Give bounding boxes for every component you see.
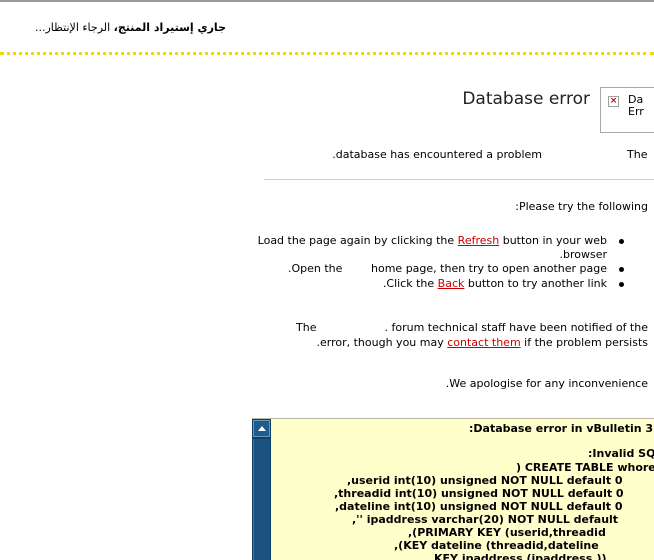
notice-text: .error, though you may xyxy=(316,336,448,349)
scroll-up-button[interactable] xyxy=(253,420,270,437)
bullet-icon xyxy=(619,282,624,287)
list-item-text: button to try another link xyxy=(464,277,607,290)
sql-line: ,(KEY dateline (threadid,dateline xyxy=(394,539,599,552)
please-try-heading: :Please try the following xyxy=(515,200,648,213)
sql-line: :Invalid SQL xyxy=(588,447,654,460)
broken-image-icon: × xyxy=(608,96,619,107)
contact-them-link[interactable]: contact them xyxy=(447,336,520,349)
broken-image: × Da Err xyxy=(600,87,654,133)
sql-line: :Database error in vBulletin 3.7.2 xyxy=(469,422,654,435)
loading-message-rest: الرجاء الإنتظار... xyxy=(34,21,114,34)
scroll-thumb[interactable] xyxy=(253,439,270,560)
vertical-scrollbar[interactable] xyxy=(252,419,271,560)
sql-line: ,(PRIMARY KEY (userid,threadid xyxy=(408,526,606,539)
loading-message: جاري إستيراد المنتج، الرجاء الإنتظار... xyxy=(35,21,226,34)
list-item-open: .Open the xyxy=(288,262,343,275)
sql-error-box[interactable]: :Database error in vBulletin 3.7.2 :Inva… xyxy=(252,418,654,560)
list-item-refresh-line2: .browser xyxy=(559,248,607,261)
sql-line: ,userid int(10) unsigned NOT NULL defaul… xyxy=(347,474,623,487)
apology-text: .We apologise for any inconvenience xyxy=(445,377,648,390)
sql-line: ,threadid int(10) unsigned NOT NULL defa… xyxy=(334,487,624,500)
list-item-text: button in your web xyxy=(499,234,607,247)
list-item-home-page: home page, then try to open another page xyxy=(371,262,607,275)
bullet-icon xyxy=(619,267,624,272)
sql-line: ,'' ipaddress varchar(20) NOT NULL defau… xyxy=(352,513,619,526)
divider xyxy=(264,179,654,180)
sql-line: ) CREATE TABLE whoread xyxy=(516,461,654,474)
notice-the: The xyxy=(296,321,317,334)
list-item-text: Load the page again by clicking the xyxy=(257,234,458,247)
list-item-refresh: Load the page again by clicking the Refr… xyxy=(258,234,607,247)
broken-image-alt: Da Err xyxy=(628,94,644,118)
notice-line1: . forum technical staff have been notifi… xyxy=(384,321,648,334)
page-title: Database error xyxy=(462,89,590,109)
notice-text: if the problem persists xyxy=(520,336,648,349)
back-link[interactable]: Back xyxy=(438,277,465,290)
arrow-up-icon xyxy=(258,426,266,431)
bullet-icon xyxy=(619,239,624,244)
window-top-border xyxy=(0,0,654,2)
loading-message-bold: جاري إستيراد المنتج، xyxy=(113,21,226,34)
list-item-back: .Click the Back button to try another li… xyxy=(383,277,607,290)
notice-line2: .error, though you may contact them if t… xyxy=(317,335,649,350)
dotted-separator xyxy=(0,52,654,55)
sql-line: ,dateline int(10) unsigned NOT NULL defa… xyxy=(335,500,623,513)
broken-image-alt-line2: Err xyxy=(628,105,644,118)
intro-the: The xyxy=(627,148,648,161)
list-item-text: .Click the xyxy=(382,277,438,290)
refresh-link[interactable]: Refresh xyxy=(458,234,500,247)
intro-text: .database has encountered a problem xyxy=(332,148,542,161)
